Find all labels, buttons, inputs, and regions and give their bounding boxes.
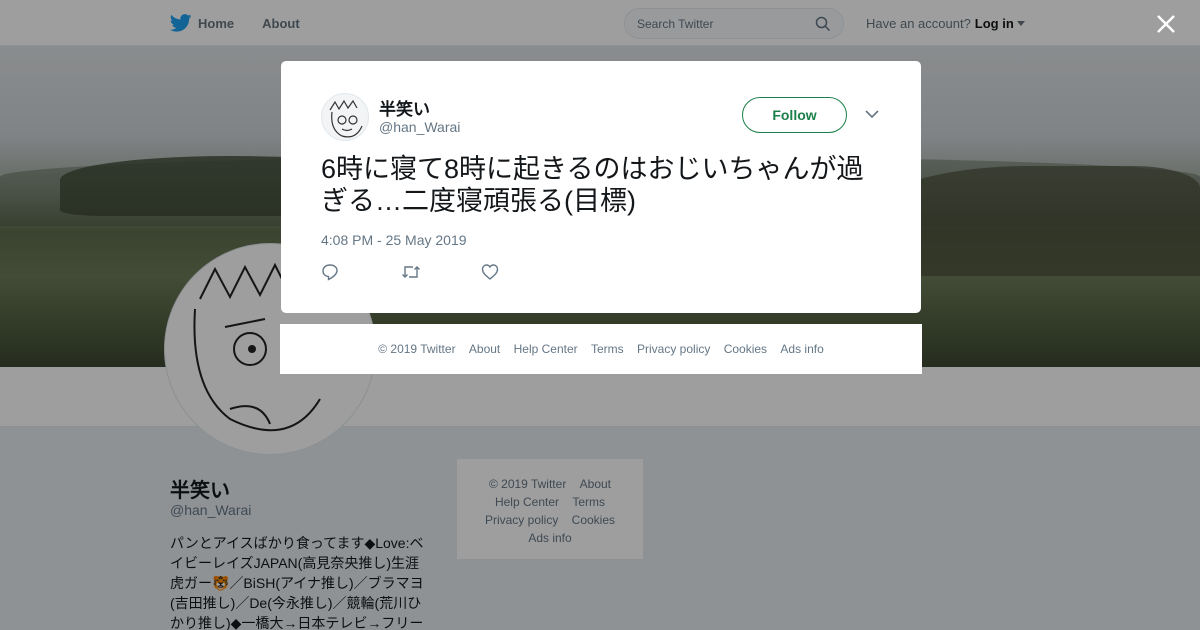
tweet-actions	[321, 263, 561, 286]
reply-icon	[322, 264, 338, 281]
retweet-button[interactable]	[401, 263, 481, 286]
modal-footer-privacy[interactable]: Privacy policy	[637, 342, 710, 356]
account-prompt: Have an account?	[866, 16, 971, 31]
tweet-timestamp[interactable]: 4:08 PM - 25 May 2019	[321, 232, 467, 248]
like-button[interactable]	[481, 263, 561, 286]
footer-link-terms[interactable]: Terms	[572, 495, 605, 509]
profile-name[interactable]: 半笑い	[170, 474, 230, 503]
nav-about-link[interactable]: About	[262, 16, 300, 31]
footer-link-ads[interactable]: Ads info	[528, 531, 571, 545]
footer-link-help[interactable]: Help Center	[495, 495, 559, 509]
tweet-modal: 半笑い @han_Warai Follow 6時に寝て8時に起きるのはおじいちゃ…	[281, 61, 921, 313]
tweet-author-handle[interactable]: @han_Warai	[379, 119, 460, 135]
modal-footer-copyright: © 2019 Twitter	[378, 342, 456, 356]
profile-bio: パンとアイスばかり食ってます◆Love:ベイビーレイズJAPAN(高見奈央推し)…	[170, 535, 424, 630]
modal-footer-terms[interactable]: Terms	[591, 342, 624, 356]
account-area: Have an account? Log in	[866, 16, 1025, 31]
nav-left-group: Home About	[170, 0, 328, 46]
search-input[interactable]: Search Twitter	[624, 8, 844, 39]
profile-handle[interactable]: @han_Warai	[170, 502, 251, 518]
like-icon	[481, 264, 499, 280]
sidebar-footer: © 2019 Twitter About Help Center Terms P…	[456, 458, 644, 560]
tweet-author-avatar[interactable]	[321, 93, 369, 141]
footer-link-about[interactable]: About	[580, 477, 611, 491]
search-icon[interactable]	[815, 16, 831, 32]
nav-about-label: About	[262, 15, 300, 31]
tweet-author-name[interactable]: 半笑い	[379, 95, 430, 120]
nav-home-label: Home	[198, 15, 235, 31]
caret-down-icon[interactable]	[1016, 21, 1025, 26]
follow-button[interactable]: Follow	[742, 97, 847, 133]
reply-button[interactable]	[321, 263, 401, 286]
footer-copyright: © 2019 Twitter	[488, 477, 567, 491]
avatar-drawing-icon	[329, 99, 363, 138]
login-link[interactable]: Log in	[975, 16, 1014, 31]
footer-link-privacy[interactable]: Privacy policy	[485, 513, 558, 527]
tweet-text: 6時に寝て8時に起きるのはおじいちゃんが過ぎる…二度寝頑張る(目標)	[321, 154, 864, 216]
footer-link-cookies[interactable]: Cookies	[572, 513, 615, 527]
search-placeholder: Search Twitter	[637, 16, 714, 31]
nav-home-link[interactable]: Home	[170, 14, 234, 32]
retweet-icon	[402, 266, 420, 278]
modal-footer-cookies[interactable]: Cookies	[724, 342, 767, 356]
modal-footer-help[interactable]: Help Center	[514, 342, 578, 356]
modal-footer: © 2019 Twitter About Help Center Terms P…	[280, 324, 922, 374]
close-icon[interactable]	[1154, 12, 1178, 36]
top-navigation-bar: Home About Search Twitter Have an accoun…	[0, 0, 1200, 46]
twitter-bird-icon	[170, 14, 192, 32]
modal-footer-about[interactable]: About	[469, 342, 500, 356]
chevron-down-icon[interactable]	[865, 109, 879, 119]
modal-footer-ads[interactable]: Ads info	[780, 342, 823, 356]
